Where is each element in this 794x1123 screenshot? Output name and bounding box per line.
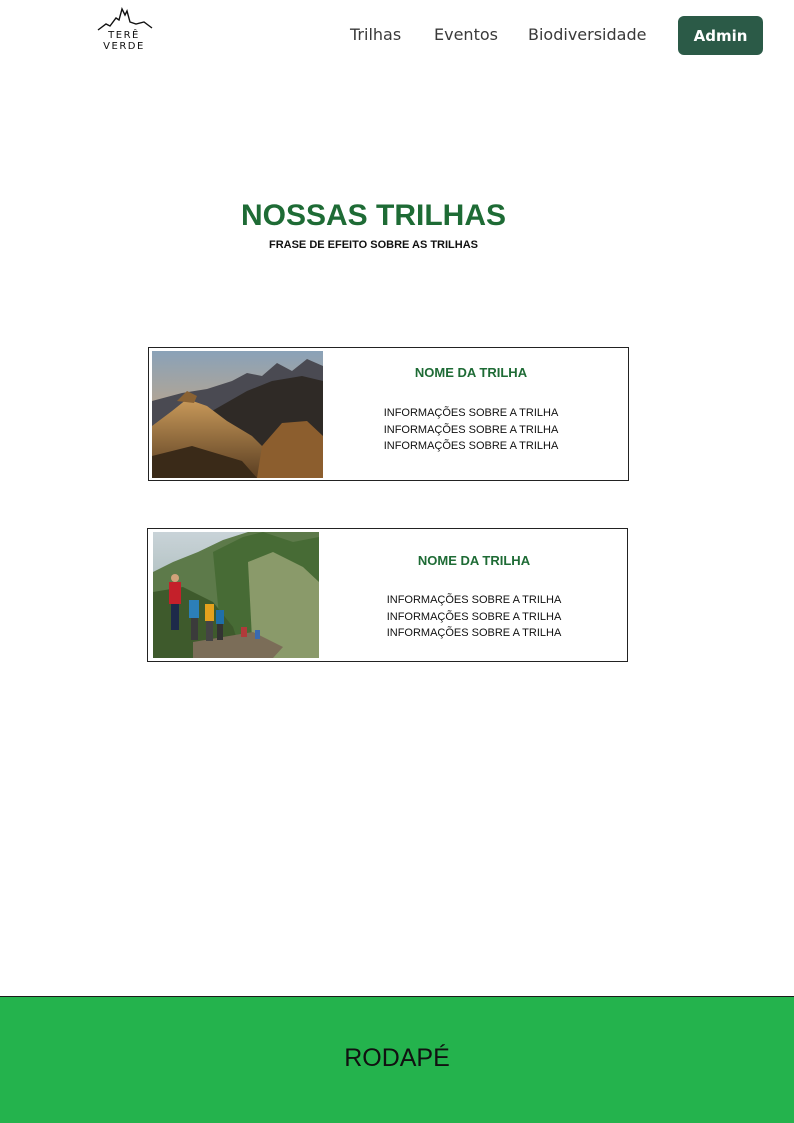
trail-name: NOME DA TRILHA (417, 553, 531, 568)
trail-photo-mountain-rock (152, 351, 323, 478)
page-subtitle: FRASE DE EFEITO SOBRE AS TRILHAS (268, 239, 479, 251)
trail-photo-hikers-ridge (153, 532, 319, 658)
footer: RODAPÉ (0, 996, 794, 1123)
logo-text-line1: TERÊ (108, 30, 140, 41)
nav-biodiversidade-link[interactable]: Biodiversidade (528, 25, 646, 44)
trail-info-line: INFORMAÇÕES SOBRE A TRILHA (386, 627, 562, 639)
trail-info-line: INFORMAÇÕES SOBRE A TRILHA (383, 423, 559, 436)
trail-card[interactable]: NOME DA TRILHA INFORMAÇÕES SOBRE A TRILH… (148, 347, 629, 481)
logo-text-line2: VERDE (103, 41, 145, 52)
footer-label: RODAPÉ (344, 1044, 450, 1072)
trail-info-line: INFORMAÇÕES SOBRE A TRILHA (386, 594, 562, 606)
admin-button[interactable]: Admin (678, 16, 763, 55)
trail-card[interactable]: NOME DA TRILHA INFORMAÇÕES SOBRE A TRILH… (147, 528, 628, 662)
mountain-logo-icon (97, 7, 153, 31)
trail-name: NOME DA TRILHA (414, 365, 528, 380)
trail-info-line: INFORMAÇÕES SOBRE A TRILHA (386, 610, 562, 623)
nav-eventos-link[interactable]: Eventos (434, 25, 498, 44)
trail-info-line: INFORMAÇÕES SOBRE A TRILHA (383, 440, 559, 452)
trail-info-line: INFORMAÇÕES SOBRE A TRILHA (383, 407, 559, 419)
nav-trilhas-link[interactable]: Trilhas (350, 25, 401, 44)
logo[interactable]: TERÊ VERDE (96, 6, 154, 54)
page-title: NOSSAS TRILHAS (240, 199, 507, 232)
